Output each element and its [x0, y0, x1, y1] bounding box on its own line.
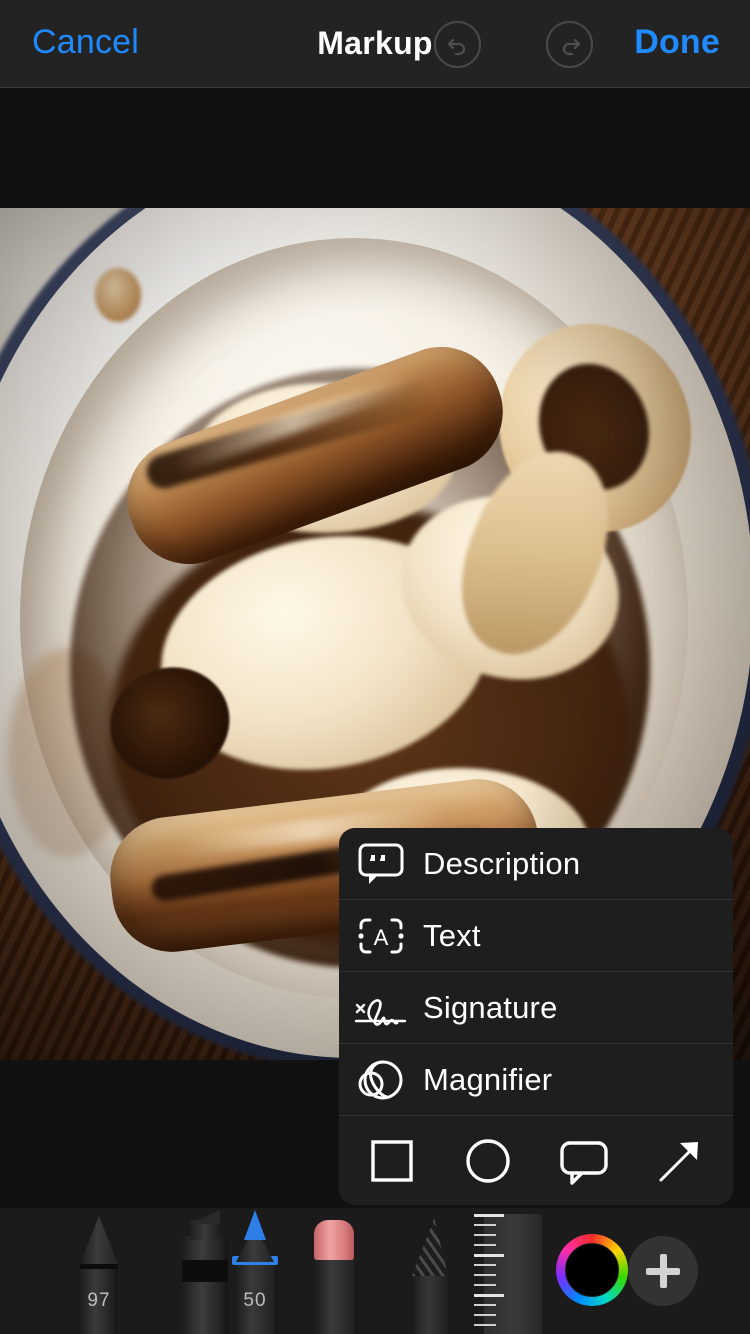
tool-highlighter-pen[interactable]: 50 [222, 1210, 288, 1334]
tool-ruler[interactable] [466, 1210, 546, 1334]
markup-tool-menu: Description A Text Signature Magnifier [339, 828, 733, 1205]
tool-pen-value: 97 [87, 1290, 111, 1311]
circle-icon[interactable] [457, 1130, 519, 1192]
signature-icon [339, 988, 423, 1028]
shape-tool-row [339, 1116, 733, 1205]
tool-pen[interactable]: 97 [66, 1216, 132, 1334]
menu-item-label: Text [423, 917, 481, 953]
done-button[interactable]: Done [634, 23, 720, 62]
drawing-toolbar: 97 50 [0, 1208, 750, 1334]
speech-bubble-quote-icon [339, 842, 423, 886]
menu-item-label: Magnifier [423, 1061, 553, 1097]
menu-item-label: Description [423, 845, 581, 881]
arrow-icon[interactable] [649, 1130, 711, 1192]
speech-bubble-icon[interactable] [553, 1130, 615, 1192]
text-box-a-icon: A [339, 916, 423, 956]
menu-item-label: Signature [423, 989, 558, 1025]
menu-item-magnifier[interactable]: Magnifier [339, 1044, 733, 1116]
markup-screen: Cancel Markup Done Description A Text Si… [0, 0, 750, 1334]
redo-icon[interactable] [546, 21, 593, 68]
navigation-bar: Cancel Markup Done [0, 0, 750, 88]
magnifier-icon [339, 1057, 423, 1103]
tool-highlighter-value: 50 [243, 1290, 267, 1311]
selected-color-swatch [565, 1243, 619, 1297]
undo-glyph [447, 38, 465, 55]
redo-glyph [562, 38, 580, 55]
menu-item-description[interactable]: Description [339, 828, 733, 900]
color-picker[interactable] [556, 1234, 628, 1306]
menu-item-text[interactable]: A Text [339, 900, 733, 972]
menu-item-signature[interactable]: Signature [339, 972, 733, 1044]
svg-text:A: A [374, 925, 389, 950]
square-icon[interactable] [361, 1130, 423, 1192]
tool-eraser[interactable] [300, 1214, 366, 1334]
tool-pencil[interactable] [396, 1212, 462, 1334]
add-button[interactable] [628, 1236, 698, 1306]
undo-icon[interactable] [434, 21, 481, 68]
